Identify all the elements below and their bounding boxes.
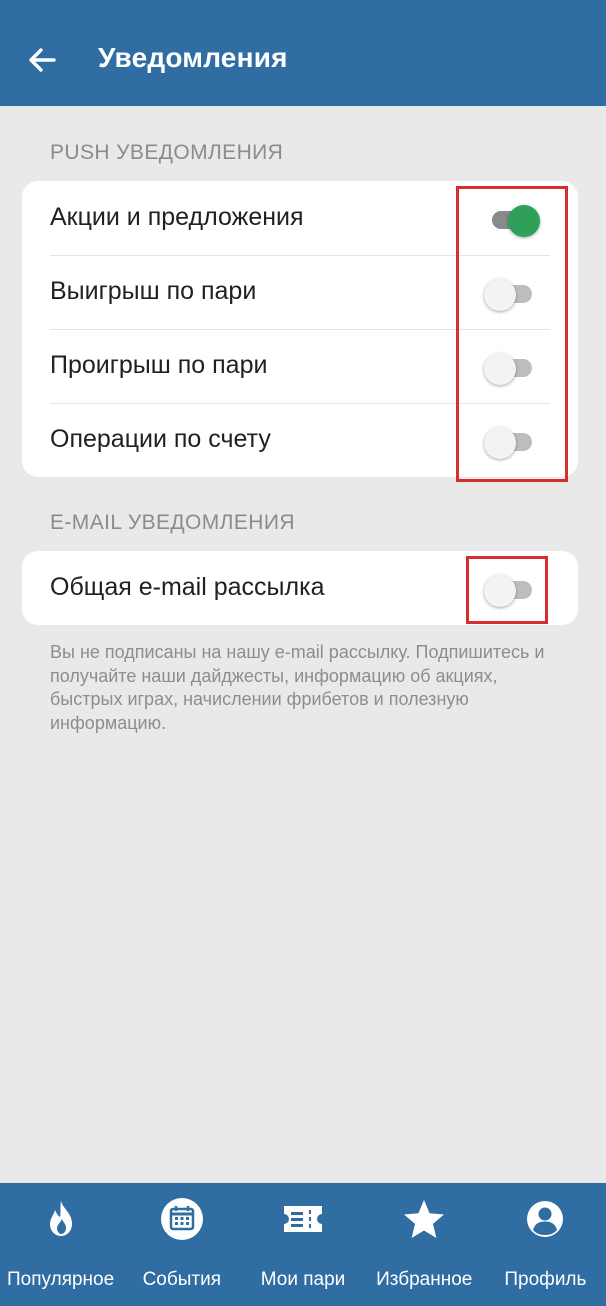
nav-profile[interactable]: Профиль — [485, 1183, 606, 1306]
nav-label: Мои пари — [260, 1269, 346, 1290]
nav-label: Профиль — [504, 1269, 587, 1290]
profile-icon — [521, 1195, 569, 1243]
nav-label: Популярное — [7, 1269, 115, 1290]
bet-loss-toggle[interactable] — [484, 353, 534, 385]
setting-label: Выигрыш по пари — [50, 277, 257, 305]
back-button[interactable] — [18, 36, 66, 84]
setting-label: Операции по счету — [50, 425, 271, 453]
flame-icon — [37, 1195, 85, 1243]
setting-row-email-newsletter: Общая e-mail рассылка — [22, 551, 578, 625]
nav-events[interactable]: События — [121, 1183, 242, 1306]
star-icon — [400, 1195, 448, 1243]
bet-win-toggle[interactable] — [484, 279, 534, 311]
push-settings-card: Акции и предложения Выигрыш по пари Прои… — [22, 181, 578, 477]
promotions-toggle[interactable] — [492, 205, 540, 237]
calendar-icon — [158, 1195, 206, 1243]
email-section-title: E-MAIL УВЕДОМЛЕНИЯ — [50, 511, 295, 534]
nav-popular[interactable]: Популярное — [0, 1183, 121, 1306]
setting-row-bet-win: Выигрыш по пари — [22, 255, 578, 329]
ticket-icon — [279, 1195, 327, 1243]
setting-label: Проигрыш по пари — [50, 351, 268, 379]
bottom-nav: Популярное События Мои пари Избранное Пр… — [0, 1183, 606, 1306]
email-settings-card: Общая e-mail рассылка — [22, 551, 578, 625]
setting-row-account-operations: Операции по счету — [22, 403, 578, 477]
nav-label: Избранное — [376, 1269, 473, 1290]
email-newsletter-toggle[interactable] — [484, 575, 534, 607]
page-title: Уведомления — [98, 42, 288, 73]
arrow-left-icon — [29, 48, 56, 72]
nav-favorites[interactable]: Избранное — [364, 1183, 485, 1306]
push-section-title: PUSH УВЕДОМЛЕНИЯ — [50, 141, 284, 164]
setting-label: Общая e-mail рассылка — [50, 573, 325, 601]
notifications-screen: Уведомления PUSH УВЕДОМЛЕНИЯ Акции и пре… — [0, 0, 606, 1306]
setting-row-promotions: Акции и предложения — [22, 181, 578, 255]
setting-row-bet-loss: Проигрыш по пари — [22, 329, 578, 403]
nav-my-bets[interactable]: Мои пари — [242, 1183, 363, 1306]
app-bar: Уведомления — [0, 0, 606, 106]
nav-label: События — [142, 1269, 222, 1290]
account-operations-toggle[interactable] — [484, 427, 534, 459]
setting-label: Акции и предложения — [50, 203, 304, 231]
email-subscription-note: Вы не подписаны на нашу e-mail рассылку.… — [50, 642, 545, 733]
